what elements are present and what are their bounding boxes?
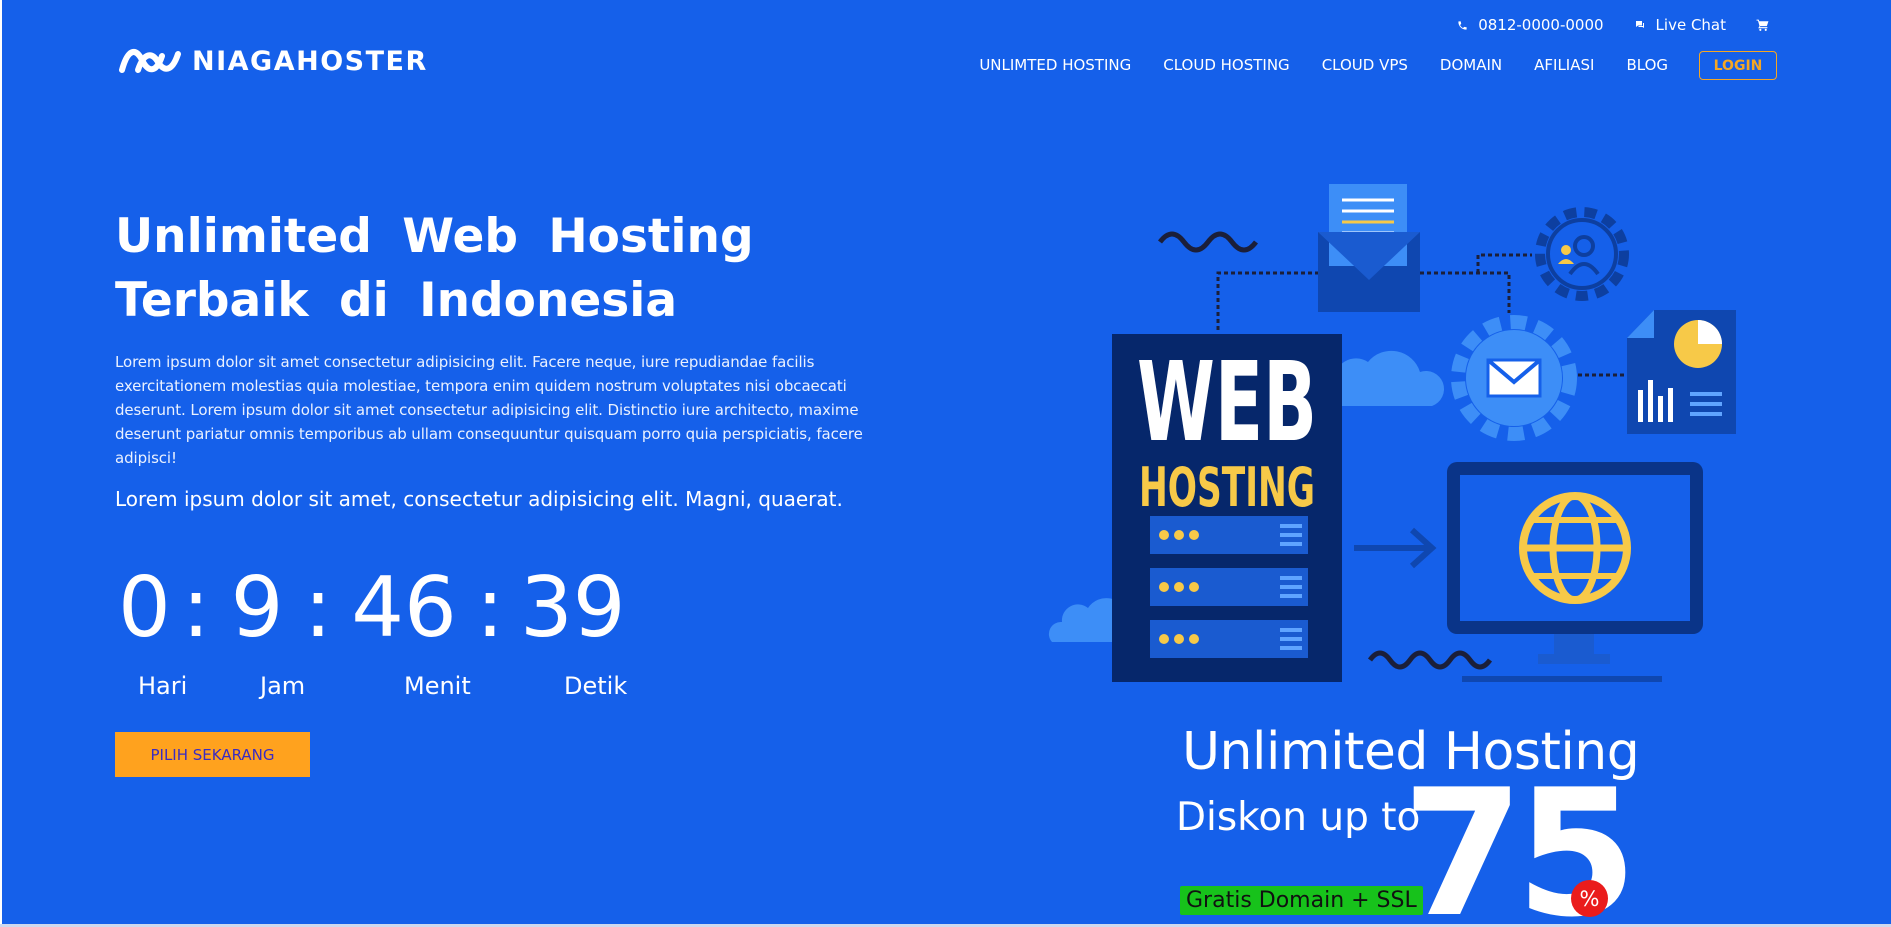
countdown-separator: : [476,559,504,656]
phone-contact[interactable]: 0812-0000-0000 [1457,16,1604,34]
server-rack [1150,620,1308,658]
nav-blog[interactable]: BLOG [1626,56,1668,74]
countdown-hours: 9 [230,559,284,656]
mail-gear-icon [1451,315,1577,441]
countdown-separator: : [304,559,332,656]
nav-cloud-hosting[interactable]: CLOUD HOSTING [1163,56,1289,74]
user-gear-icon [1535,207,1629,301]
nav-unlimited-hosting[interactable]: UNLIMTED HOSTING [979,56,1131,74]
nav-afiliasi[interactable]: AFILIASI [1534,56,1594,74]
main-nav: UNLIMTED HOSTING CLOUD HOSTING CLOUD VPS… [947,50,1777,80]
nav-domain[interactable]: DOMAIN [1440,56,1502,74]
countdown-timer: 0 : 9 : 46 : 39 Hari Jam Menit Detik [118,559,627,701]
report-document-icon [1627,310,1736,434]
countdown-seconds-label: Detik [564,672,628,700]
promo-discount-text: Diskon up to [1176,795,1421,840]
percent-badge: % [1571,880,1608,917]
server-tower: WEB HOSTING [1112,334,1342,682]
countdown-minutes: 46 [351,559,457,656]
arrow-right-icon [1354,527,1437,569]
hero-section: 0812-0000-0000 Live Chat NIAGAHOSTER UNL… [2,0,1891,927]
shopping-cart-icon [1756,19,1769,31]
brand-name: NIAGAHOSTER [192,45,428,77]
server-subtitle-text: HOSTING [1139,456,1315,519]
countdown-minutes-label: Menit [404,672,471,700]
envelope-icon [1318,184,1420,312]
web-hosting-illustration: WEB HOSTING [1048,184,1736,682]
server-rack [1150,516,1308,554]
phone-icon [1458,20,1467,30]
headline-line-1: Unlimited Web Hosting [115,209,754,264]
countdown-seconds: 39 [520,559,626,656]
chat-bubble-icon [1635,20,1644,28]
server-title-text: WEB [1137,338,1317,466]
cart-link[interactable] [1756,19,1769,31]
server-rack [1150,568,1308,606]
squiggle-icon [1367,650,1493,670]
countdown-separator: : [182,559,210,656]
squiggle-icon [1158,231,1258,253]
phone-number: 0812-0000-0000 [1478,16,1604,34]
niagahoster-wave-icon [119,49,181,73]
top-utility-bar: 0812-0000-0000 Live Chat [1457,16,1769,34]
login-button[interactable]: LOGIN [1699,51,1777,80]
nav-cloud-vps[interactable]: CLOUD VPS [1322,56,1408,74]
choose-now-button[interactable]: PILIH SEKARANG [115,732,310,777]
countdown-days-label: Hari [138,672,188,700]
monitor-globe-icon [1447,462,1703,682]
live-chat-label: Live Chat [1655,16,1726,34]
hero-subtext: Lorem ipsum dolor sit amet, consectetur … [115,487,843,511]
live-chat-link[interactable]: Live Chat [1634,16,1726,34]
free-domain-badge: Gratis Domain + SSL [1180,886,1423,915]
countdown-days: 0 [118,559,171,656]
headline-line-2: Terbaik di Indonesia [115,273,678,328]
hero-description: Lorem ipsum dolor sit amet consectetur a… [115,353,863,467]
hero-headline: Unlimited Web Hosting Terbaik di Indones… [115,205,855,333]
brand-logo[interactable]: NIAGAHOSTER [118,44,428,78]
countdown-hours-label: Jam [260,672,306,700]
